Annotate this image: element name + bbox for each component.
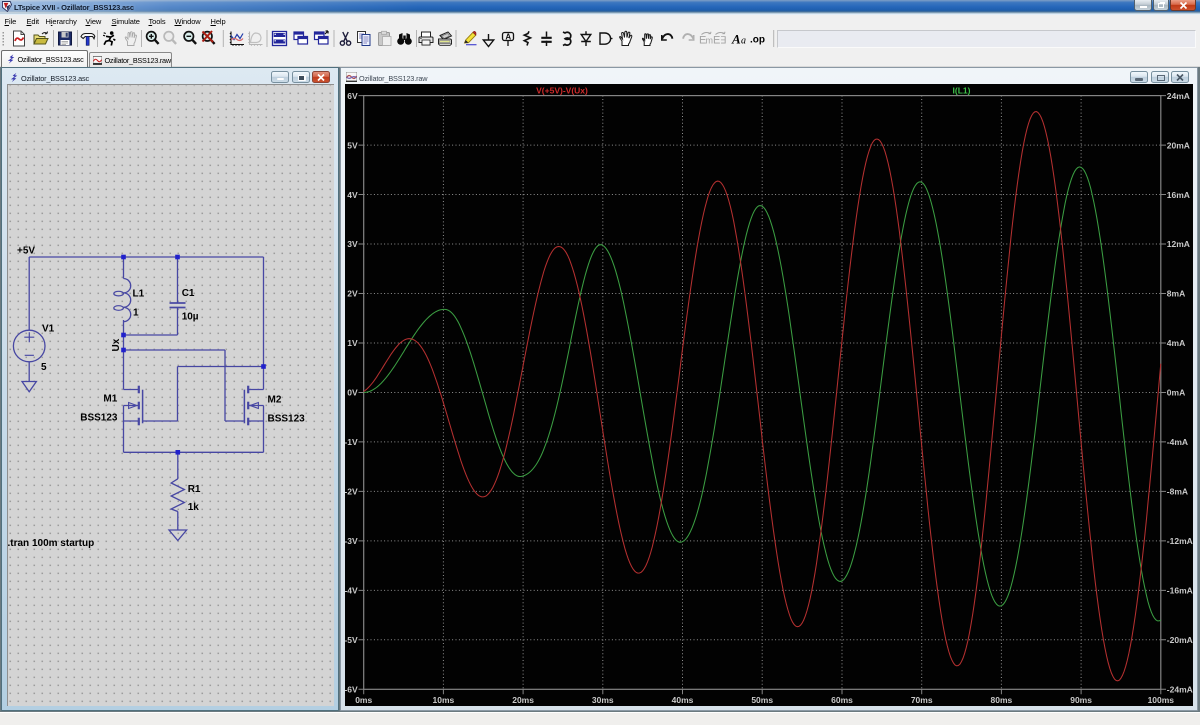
svg-text:0V: 0V [347, 388, 358, 398]
svg-text:16mA: 16mA [1167, 190, 1190, 200]
svg-text:-4mA: -4mA [1167, 437, 1188, 447]
svg-text:5: 5 [41, 362, 47, 373]
svg-text:10µ: 10µ [182, 312, 199, 323]
svg-text:-12mA: -12mA [1167, 536, 1193, 546]
svg-text:70ms: 70ms [911, 695, 933, 705]
svg-text:4mA: 4mA [1167, 338, 1185, 348]
svg-text:60ms: 60ms [831, 695, 853, 705]
svg-text:1V: 1V [347, 338, 358, 348]
svg-text:30ms: 30ms [592, 695, 614, 705]
svg-text:4V: 4V [347, 190, 358, 200]
svg-text:3V: 3V [347, 239, 358, 249]
svg-text:6V: 6V [347, 91, 358, 101]
svg-text:1: 1 [133, 308, 139, 319]
svg-text:24mA: 24mA [1167, 91, 1190, 101]
svg-text:5V: 5V [347, 140, 358, 150]
svg-text:.tran 100m startup: .tran 100m startup [8, 538, 95, 549]
svg-text:V(+5V)-V(Ux): V(+5V)-V(Ux) [536, 85, 588, 95]
svg-text:50ms: 50ms [751, 695, 773, 705]
svg-text:BSS123: BSS123 [80, 413, 118, 424]
svg-text:∃: ∃ [720, 36, 726, 47]
svg-text:C1: C1 [182, 288, 195, 299]
svg-text:8mA: 8mA [1167, 289, 1185, 299]
svg-text:-24mA: -24mA [1167, 685, 1193, 695]
svg-text:V1: V1 [42, 324, 55, 335]
svg-text:2V: 2V [347, 289, 358, 299]
svg-text:10ms: 10ms [433, 695, 455, 705]
svg-text:+5V: +5V [17, 246, 35, 257]
svg-text:-3V: -3V [345, 536, 358, 546]
svg-text:.op: .op [750, 35, 765, 46]
svg-text:40ms: 40ms [672, 695, 694, 705]
svg-text:12mA: 12mA [1167, 239, 1190, 249]
svg-text:BSS123: BSS123 [268, 414, 306, 425]
svg-text:1k: 1k [188, 502, 200, 513]
svg-text:M2: M2 [268, 395, 282, 406]
svg-text:20ms: 20ms [512, 695, 534, 705]
svg-text:-1V: -1V [345, 437, 358, 447]
svg-text:a: a [741, 36, 746, 47]
svg-text:-8mA: -8mA [1167, 487, 1188, 497]
svg-text:I(L1): I(L1) [953, 85, 971, 95]
svg-text:20mA: 20mA [1167, 140, 1190, 150]
svg-text:Ux: Ux [111, 338, 122, 351]
svg-text:-5V: -5V [345, 635, 358, 645]
svg-text:A: A [731, 32, 741, 47]
svg-text:M1: M1 [103, 394, 117, 405]
svg-text:-6V: -6V [345, 685, 358, 695]
svg-text:-2V: -2V [345, 487, 358, 497]
svg-text:A: A [505, 32, 511, 41]
svg-text:-20mA: -20mA [1167, 635, 1193, 645]
svg-text:0mA: 0mA [1167, 388, 1185, 398]
svg-text:90ms: 90ms [1070, 695, 1092, 705]
svg-text:80ms: 80ms [991, 695, 1013, 705]
svg-text:m: m [706, 36, 714, 46]
svg-text:-4V: -4V [345, 586, 358, 596]
svg-text:-16mA: -16mA [1167, 586, 1193, 596]
svg-text:0ms: 0ms [355, 695, 372, 705]
svg-text:100ms: 100ms [1148, 695, 1175, 705]
svg-text:R1: R1 [188, 484, 201, 495]
svg-text:L1: L1 [133, 288, 145, 299]
